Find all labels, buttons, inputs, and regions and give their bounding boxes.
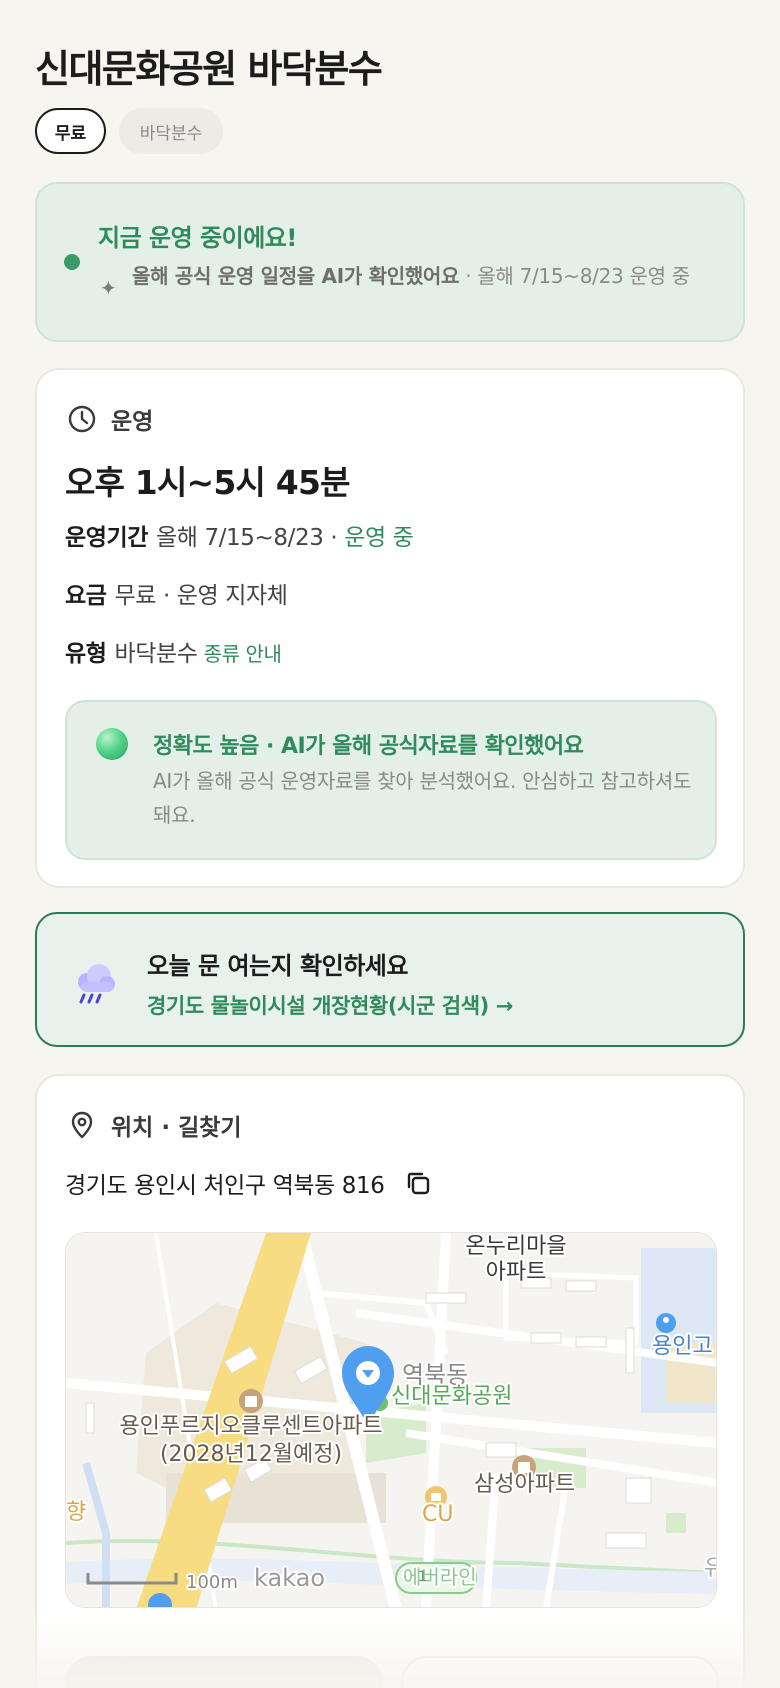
- location-label: 위치 · 길찾기: [111, 1115, 242, 1141]
- period-label: 운영기간: [65, 525, 149, 551]
- map-label-park: 신대문화공원: [391, 1384, 512, 1409]
- open-check-notice[interactable]: 오늘 문 여는지 확인하세요 경기도 물놀이시설 개장현황(시군 검색) →: [35, 912, 745, 1047]
- sparkle-icon: ✦: [100, 276, 117, 300]
- map-label-apt2-line2: (2028년12월예정): [160, 1442, 342, 1467]
- period-row: 운영기간 올해 7/15~8/23 · 운영 중: [65, 518, 414, 552]
- address-text: 경기도 용인시 처인구 역북동 816: [65, 1173, 385, 1199]
- ai-note: 올해 공식 운영 일정을 AI가 확인했어요: [132, 264, 460, 288]
- operation-card: 운영 오후 1시~5시 45분 운영기간 올해 7/15~8/23 · 운영 중 …: [35, 368, 745, 888]
- status-subtext: 올해 공식 운영 일정을 AI가 확인했어요 · 올해 7/15~8/23 운영…: [132, 262, 722, 291]
- period-value: 올해 7/15~8/23 ·: [156, 525, 345, 551]
- fee-value: 무료 · 운영 지자체: [114, 583, 288, 609]
- map-label-apt1-line2: 아파트: [486, 1260, 547, 1285]
- fee-chip[interactable]: 무료: [35, 108, 106, 154]
- status-headline: 지금 운영 중이에요!: [98, 224, 297, 252]
- type-row: 유형 바닥분수 종류 안내: [65, 634, 282, 668]
- fee-row: 요금 무료 · 운영 지자체: [65, 576, 288, 610]
- type-value: 바닥분수: [114, 641, 198, 667]
- map-label-apt1-line1: 온누리마을: [465, 1234, 566, 1259]
- location-card: 위치 · 길찾기 경기도 용인시 처인구 역북동 816 온누리마을 아파트 용…: [35, 1074, 745, 1688]
- address-row: 경기도 용인시 처인구 역북동 816: [65, 1166, 432, 1200]
- map-label-school: 용인고: [652, 1334, 713, 1359]
- accuracy-box: 정확도 높음 · AI가 올해 공식자료를 확인했어요 AI가 올해 공식 운영…: [65, 700, 717, 860]
- bottom-action-left[interactable]: [65, 1656, 383, 1688]
- type-guide-link[interactable]: 종류 안내: [204, 642, 282, 666]
- rain-cloud-icon: [78, 964, 115, 1004]
- map-label-apt2-line1: 용인푸르지오클루센트아파트: [119, 1414, 382, 1439]
- type-label: 유형: [65, 641, 107, 667]
- map-label-right-edge: 유: [704, 1556, 717, 1581]
- page-title: 신대문화공원 바닥분수: [35, 47, 383, 91]
- copy-icon[interactable]: [404, 1169, 432, 1197]
- map-label-left-edge: 향: [66, 1500, 86, 1525]
- map-label-apt3: 삼성아파트: [474, 1472, 575, 1497]
- operation-header: 운영: [67, 402, 153, 436]
- fee-label: 요금: [65, 583, 107, 609]
- period-status: 운영 중: [344, 525, 414, 551]
- location-header: 위치 · 길찾기: [67, 1108, 242, 1142]
- school-marker-icon: [656, 1313, 676, 1333]
- type-chip[interactable]: 바닥분수: [119, 108, 223, 154]
- map-label-store: CU: [422, 1502, 453, 1527]
- location-pin-icon: [71, 1111, 93, 1139]
- accuracy-headline: 정확도 높음 · AI가 올해 공식자료를 확인했어요: [153, 734, 584, 759]
- kakao-logo: kakao: [254, 1564, 325, 1592]
- apartment-marker-icon: [239, 1389, 263, 1413]
- notice-link[interactable]: 경기도 물놀이시설 개장현황(시군 검색) →: [147, 990, 513, 1020]
- status-banner: 지금 운영 중이에요! ✦ 올해 공식 운영 일정을 AI가 확인했어요 · 올…: [35, 182, 745, 342]
- map-label-route-no: 1: [418, 1569, 427, 1585]
- map-view[interactable]: 온누리마을 아파트 용인고 역북동 신대문화공원 용인푸르지오클루센트아파트 (…: [65, 1232, 717, 1608]
- operation-label: 운영: [111, 409, 154, 435]
- accuracy-orb-icon: [96, 728, 128, 760]
- ai-suffix: · 올해 7/15~8/23 운영 중: [459, 264, 690, 288]
- status-dot-icon: [64, 254, 80, 270]
- bottom-action-right[interactable]: [401, 1656, 719, 1688]
- map-scale-label: 100m: [186, 1572, 238, 1593]
- map-label-route: 에버라인: [403, 1565, 477, 1589]
- operating-hours: 오후 1시~5시 45분: [65, 463, 350, 502]
- notice-headline: 오늘 문 여는지 확인하세요: [147, 952, 408, 980]
- accuracy-body: AI가 올해 공식 운영자료를 찾아 분석했어요. 안심하고 참고하셔도 돼요.: [153, 769, 692, 827]
- clock-icon: [68, 405, 96, 433]
